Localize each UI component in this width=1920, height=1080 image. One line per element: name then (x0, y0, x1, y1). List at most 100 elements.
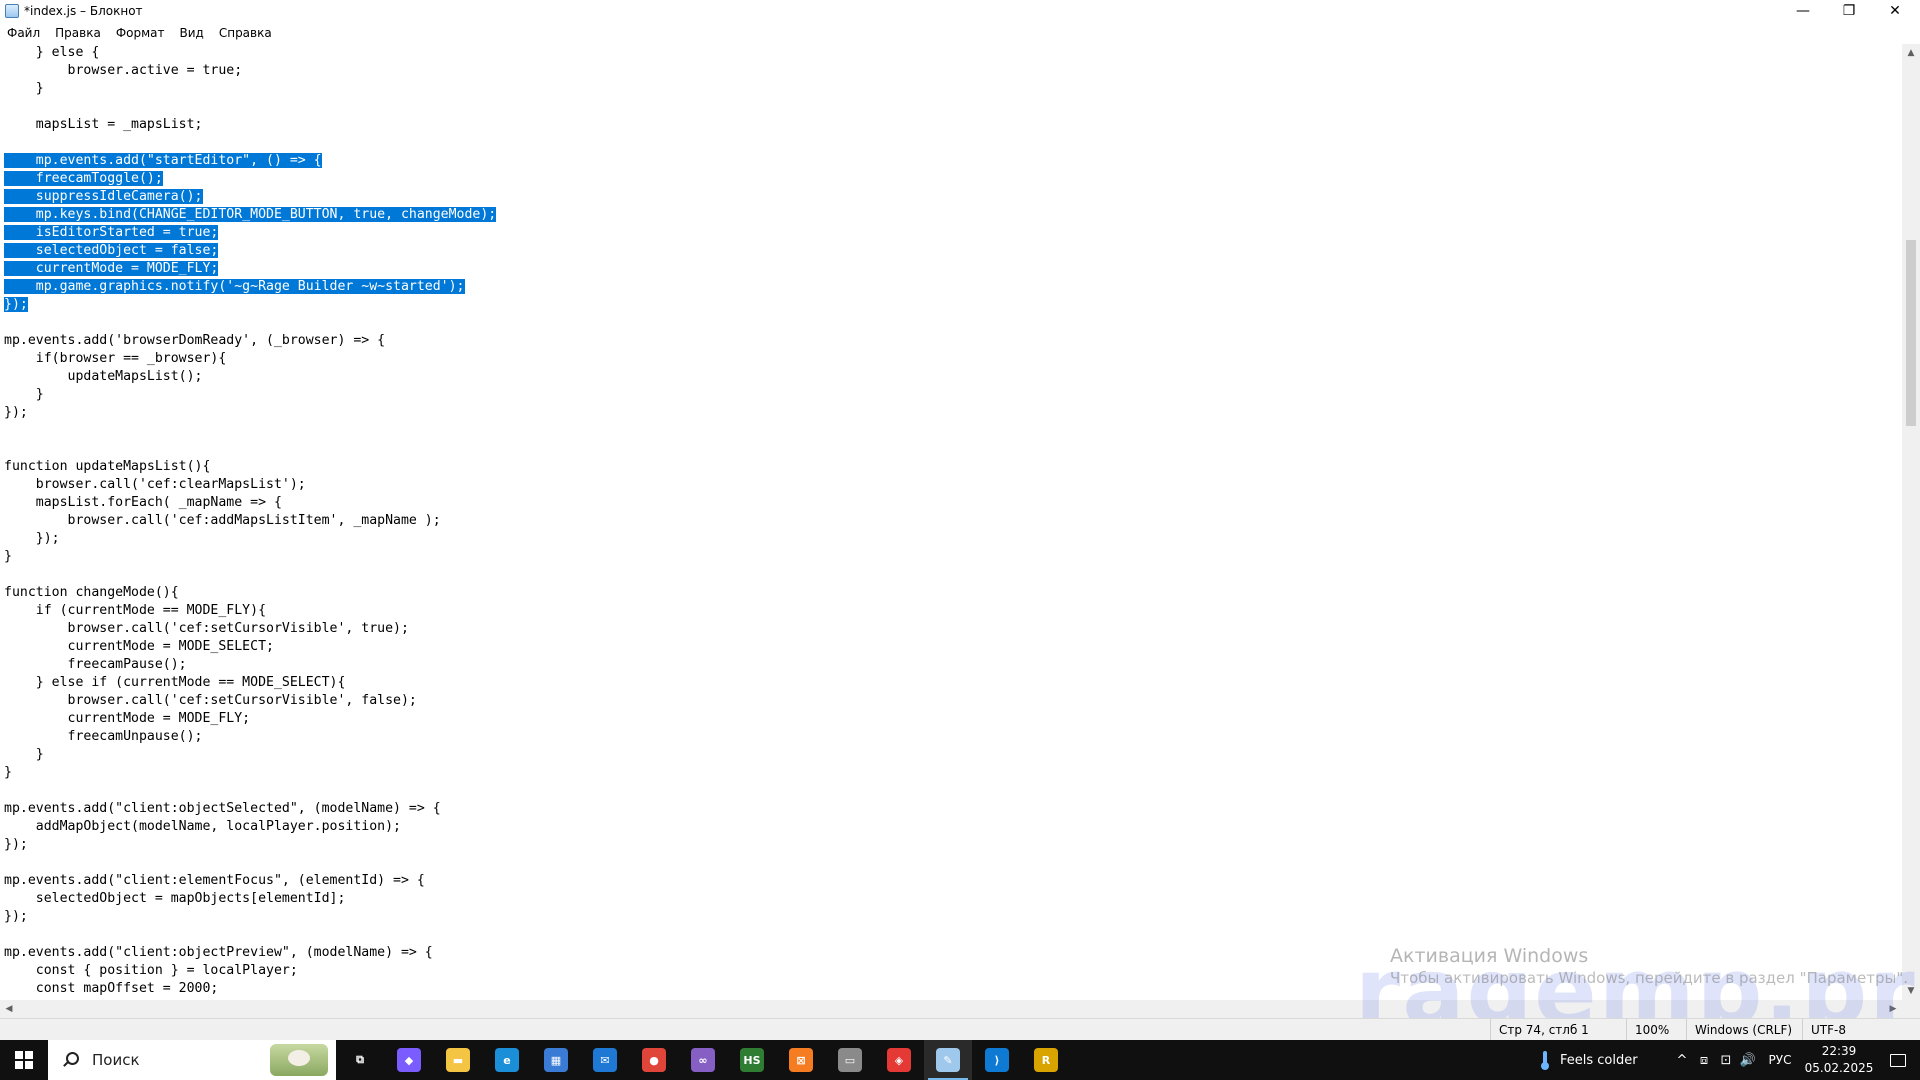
code-line-text: freecamPause(); (4, 657, 187, 672)
scroll-up-arrow-icon[interactable]: ▲ (1902, 44, 1920, 62)
code-line: } (4, 548, 496, 566)
scroll-right-arrow-icon[interactable]: ▶ (1884, 1000, 1902, 1018)
taskbar-app-copilot[interactable]: ◆ (385, 1040, 433, 1080)
code-line-text: } (4, 387, 44, 402)
text-editor-area[interactable]: } else { browser.active = true; } mapsLi… (0, 44, 1902, 1000)
code-line-text: const { position } = localPlayer; (4, 963, 298, 978)
code-line: browser.call('cef:clearMapsList'); (4, 476, 496, 494)
code-line-text: if (currentMode == MODE_FLY){ (4, 603, 267, 618)
menu-help[interactable]: Справка (214, 24, 277, 42)
volume-icon[interactable]: 🔊 (1738, 1040, 1758, 1080)
code-line-text: currentMode = MODE_SELECT; (4, 639, 274, 654)
code-line-text: suppressIdleCamera(); (4, 189, 203, 204)
taskbar-app-rage-app[interactable]: R (1022, 1040, 1070, 1080)
taskbar-app-sticky-app[interactable]: ▭ (826, 1040, 874, 1080)
notepad-app-icon (5, 4, 19, 18)
taskbar-app-vscode[interactable]: ⟩ (973, 1040, 1021, 1080)
code-line-text: browser.call('cef:setCursorVisible', tru… (4, 621, 409, 636)
code-line-text: mp.events.add("client:objectPreview", (m… (4, 945, 433, 960)
code-line: isEditorStarted = true; (4, 224, 496, 242)
code-line: browser.active = true; (4, 62, 496, 80)
taskbar-app-file-explorer[interactable]: ▬ (434, 1040, 482, 1080)
start-button[interactable] (0, 1040, 48, 1080)
code-line-text: selectedObject = false; (4, 243, 219, 258)
code-line: } (4, 386, 496, 404)
code-line: const mapOffset = 2000; (4, 980, 496, 998)
chrome-icon: ● (642, 1048, 666, 1072)
language-indicator[interactable]: РУС (1762, 1040, 1798, 1080)
menu-view[interactable]: Вид (175, 24, 209, 42)
taskbar-app-visual-studio[interactable]: ∞ (679, 1040, 727, 1080)
maximize-button[interactable]: ❐ (1826, 0, 1872, 22)
taskbar-app-hs-app[interactable]: HS (728, 1040, 776, 1080)
taskbar-app-xampp[interactable]: ⊠ (777, 1040, 825, 1080)
taskbar-app-notepad[interactable]: ✎ (924, 1040, 972, 1080)
code-line-text: } (4, 747, 44, 762)
code-line-text: freecamToggle(); (4, 171, 163, 186)
menu-edit[interactable]: Правка (50, 24, 106, 42)
clock-time: 22:39 (1821, 1044, 1857, 1058)
line-endings: Windows (CRLF) (1686, 1019, 1802, 1041)
vertical-scroll-thumb[interactable] (1906, 240, 1916, 426)
code-line-text: isEditorStarted = true; (4, 225, 219, 240)
code-line-text: currentMode = MODE_FLY; (4, 711, 251, 726)
code-line: if(browser == _browser){ (4, 350, 496, 368)
taskbar-app-edge[interactable]: e (483, 1040, 531, 1080)
notification-center-button[interactable] (1878, 1040, 1918, 1080)
menu-file[interactable]: Файл (2, 24, 45, 42)
search-icon (62, 1052, 79, 1068)
taskbar-app-mail[interactable]: ✉ (581, 1040, 629, 1080)
code-line: mp.events.add('browserDomReady', (_brows… (4, 332, 496, 350)
code-line-text: function changeMode(){ (4, 585, 179, 600)
clock[interactable]: 22:39 05.02.2025 (1802, 1043, 1876, 1077)
code-line-text: mp.events.add("startEditor", () => { (4, 153, 322, 168)
menu-format[interactable]: Формат (111, 24, 170, 42)
code-line: addMapObject(modelName, localPlayer.posi… (4, 818, 496, 836)
close-button[interactable]: ✕ (1872, 0, 1918, 22)
scroll-down-arrow-icon[interactable]: ▼ (1902, 982, 1920, 1000)
rage-app-icon: R (1034, 1048, 1058, 1072)
code-line: }); (4, 296, 496, 314)
minimize-button[interactable]: — (1780, 0, 1826, 22)
taskbar-app-chrome[interactable]: ● (630, 1040, 678, 1080)
clock-date: 05.02.2025 (1804, 1061, 1874, 1075)
code-line-text: browser.active = true; (4, 63, 243, 78)
code-line: selectedObject = false; (4, 242, 496, 260)
code-line: }); (4, 404, 496, 422)
status-bar: Стр 74, стлб 1 100% Windows (CRLF) UTF-8 (0, 1018, 1920, 1041)
system-tray: Feels colder ^ ⧈ ⊡ 🔊 РУС 22:39 05.02.202… (1540, 1040, 1920, 1080)
scroll-left-arrow-icon[interactable]: ◀ (0, 1000, 18, 1018)
code-line: mp.events.add("client:objectSelected", (… (4, 800, 496, 818)
code-line: } (4, 80, 496, 98)
code-line-text: browser.call('cef:clearMapsList'); (4, 477, 306, 492)
taskbar-app-anydesk[interactable]: ◈ (875, 1040, 923, 1080)
scrollbar-corner (1902, 1000, 1920, 1018)
code-line: function changeMode(){ (4, 584, 496, 602)
code-line: if (currentMode == MODE_FLY){ (4, 602, 496, 620)
taskbar-search[interactable]: Поиск (48, 1040, 336, 1080)
code-line-text: const mapOffset = 2000; (4, 981, 219, 996)
code-line-text: mp.events.add('browserDomReady', (_brows… (4, 333, 386, 348)
code-line: }); (4, 836, 496, 854)
taskbar-app-task-view[interactable]: ⧉ (336, 1040, 384, 1080)
vertical-scrollbar[interactable]: ▲ ▼ (1902, 44, 1920, 1000)
anydesk-icon: ◈ (887, 1048, 911, 1072)
network-icon[interactable]: ⊡ (1716, 1040, 1736, 1080)
code-line-text: } (4, 765, 12, 780)
meet-now-icon[interactable]: ⧈ (1694, 1040, 1714, 1080)
horizontal-scrollbar[interactable]: ◀ ▶ (0, 1000, 1920, 1018)
taskbar-app-store[interactable]: ▦ (532, 1040, 580, 1080)
visual-studio-icon: ∞ (691, 1048, 715, 1072)
store-icon: ▦ (544, 1048, 568, 1072)
encoding: UTF-8 (1802, 1019, 1920, 1041)
zoom-level: 100% (1626, 1019, 1686, 1041)
weather-widget[interactable]: Feels colder (1540, 1040, 1638, 1080)
show-hidden-icons-icon[interactable]: ^ (1672, 1040, 1692, 1080)
